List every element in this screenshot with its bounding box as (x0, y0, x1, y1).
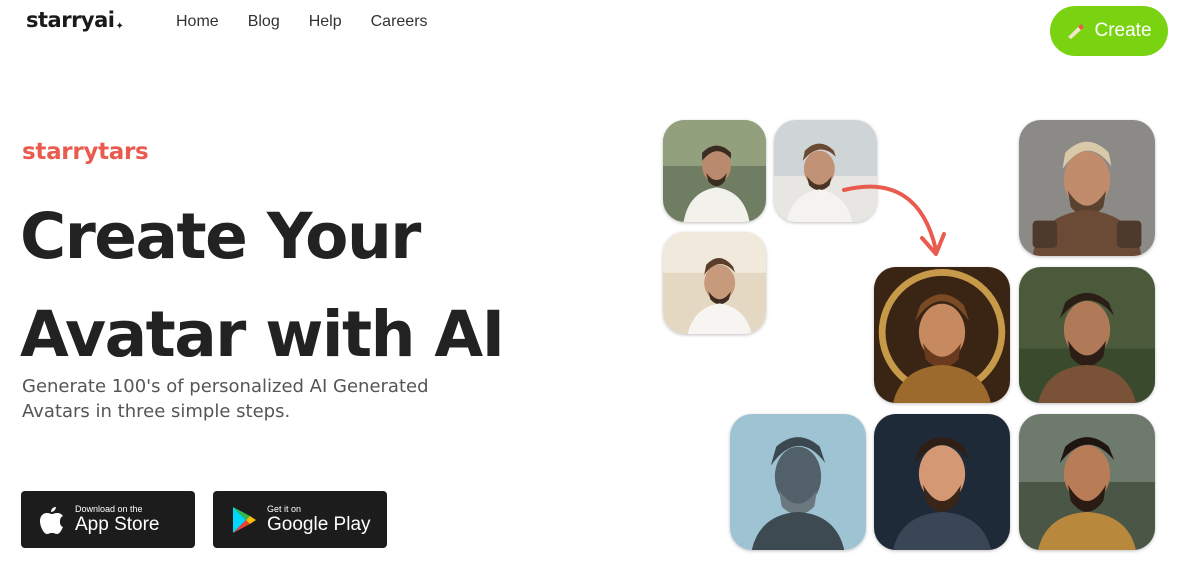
apple-icon (40, 506, 63, 534)
google-play-button[interactable]: Get it on Google Play (213, 491, 387, 548)
app-store-small: Download on the (75, 503, 143, 514)
logo[interactable]: starryai✦ (26, 8, 124, 32)
create-button-label: Create (1094, 20, 1152, 41)
avatar-golden (874, 267, 1010, 403)
brand-title: starrytars (22, 139, 149, 165)
nav-blog[interactable]: Blog (248, 13, 280, 31)
subtitle: Generate 100's of personalized AI Genera… (22, 376, 429, 422)
create-button[interactable]: Create (1050, 6, 1168, 56)
nav-careers[interactable]: Careers (371, 13, 428, 31)
avatar-statue (730, 414, 866, 550)
arrow-icon (842, 184, 946, 256)
nav-help[interactable]: Help (309, 13, 342, 31)
google-play-icon (233, 506, 256, 533)
input-photo-1 (663, 120, 766, 222)
avatar-forest (1019, 267, 1155, 403)
app-store-button[interactable]: Download on the App Store (21, 491, 195, 548)
avatar-warrior (1019, 120, 1155, 256)
google-play-big: Google Play (267, 513, 371, 535)
avatar-illustration (874, 414, 1010, 550)
brush-icon (1068, 24, 1085, 39)
main-nav: Home Blog Help Careers (176, 13, 428, 31)
app-store-big: App Store (75, 513, 160, 535)
nav-home[interactable]: Home (176, 13, 219, 31)
sparkle-icon: ✦ (115, 21, 124, 32)
avatar-armor (1019, 414, 1155, 550)
google-play-small: Get it on (267, 503, 302, 514)
input-photo-3 (663, 232, 766, 334)
headline: Create Your Avatar with AI (20, 200, 505, 371)
